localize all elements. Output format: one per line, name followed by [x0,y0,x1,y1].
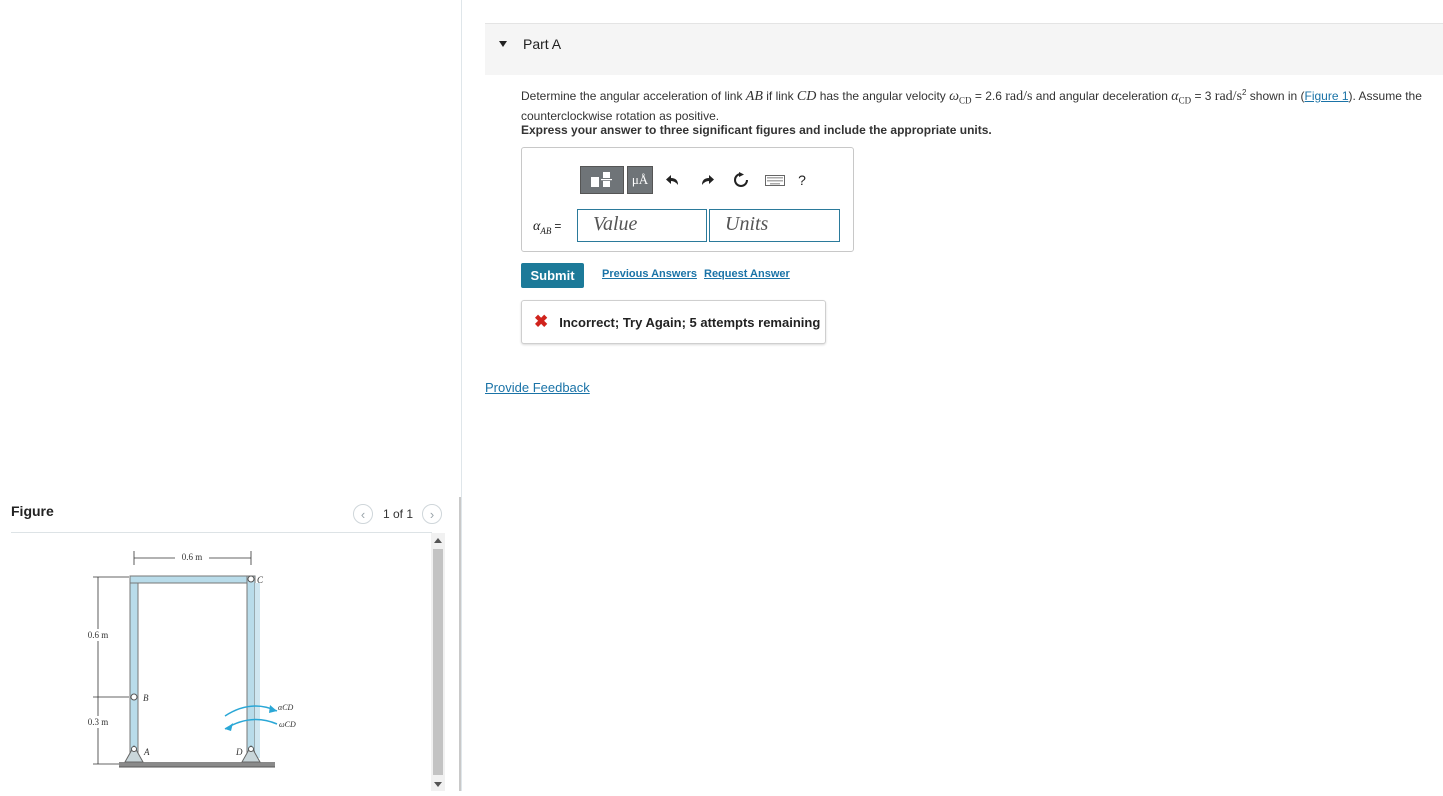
part-title: Part A [523,36,562,52]
label-alpha-cd: αCD [278,703,294,712]
label-omega-cd: ωCD [279,720,296,729]
figure-link[interactable]: Figure 1 [1305,89,1349,103]
help-icon[interactable]: ? [792,172,812,188]
figure-image: 0.6 m 0.6 m 0.3 m A B C D αCD ωCD [11,533,431,791]
label-a: A [143,747,150,757]
figure-counter: 1 of 1 [383,507,414,521]
submit-button[interactable]: Submit [521,263,584,288]
units-symbol-button[interactable]: μÅ [627,166,653,194]
answer-box: μÅ ? αAB = Value Units [521,147,854,252]
answer-label: αAB = [533,219,562,236]
pane-divider [461,0,462,791]
label-c: C [257,575,264,585]
feedback-text: Incorrect; Try Again; 5 attempts remaini… [559,314,821,330]
units-input[interactable]: Units [709,209,840,242]
feedback-message: ✖ Incorrect; Try Again; 5 attempts remai… [521,300,826,344]
x-icon: ✖ [534,312,549,331]
dim-left-upper-label: 0.6 m [88,630,109,640]
figure-title: Figure [11,503,54,519]
undo-icon[interactable] [656,174,690,186]
figure-pane: Figure ‹ 1 of 1 › 0.6 m 0.6 m 0.3 m A B … [0,0,461,791]
figure-scrollbar[interactable] [431,533,445,791]
keyboard-icon[interactable] [758,174,792,186]
scroll-thumb[interactable] [433,549,443,775]
figure-navigation: ‹ 1 of 1 › [353,503,443,525]
question-text: Determine the angular acceleration of li… [521,88,1422,124]
mechanism-diagram: 0.6 m 0.6 m 0.3 m A B C D αCD ωCD [81,550,296,768]
previous-answers-link[interactable]: Previous Answers [602,268,697,280]
scroll-down-icon[interactable] [434,782,442,787]
value-input[interactable]: Value [577,209,707,242]
dim-left-lower-label: 0.3 m [88,717,109,727]
redo-icon[interactable] [690,174,724,186]
template-icon[interactable] [580,166,624,194]
caret-down-icon[interactable] [499,41,507,47]
label-d: D [235,747,243,757]
request-answer-link[interactable]: Request Answer [704,268,790,280]
chevron-left-icon[interactable]: ‹ [353,504,373,524]
label-b: B [143,693,149,703]
chevron-right-icon[interactable]: › [422,504,443,524]
dim-top-label: 0.6 m [182,552,203,562]
part-header[interactable]: Part A [485,23,1443,75]
math-toolbar: μÅ ? [580,165,812,195]
reset-icon[interactable] [724,172,758,188]
provide-feedback-link[interactable]: Provide Feedback [485,380,590,395]
scroll-up-icon[interactable] [434,538,442,543]
instruction-text: Express your answer to three significant… [521,123,992,137]
